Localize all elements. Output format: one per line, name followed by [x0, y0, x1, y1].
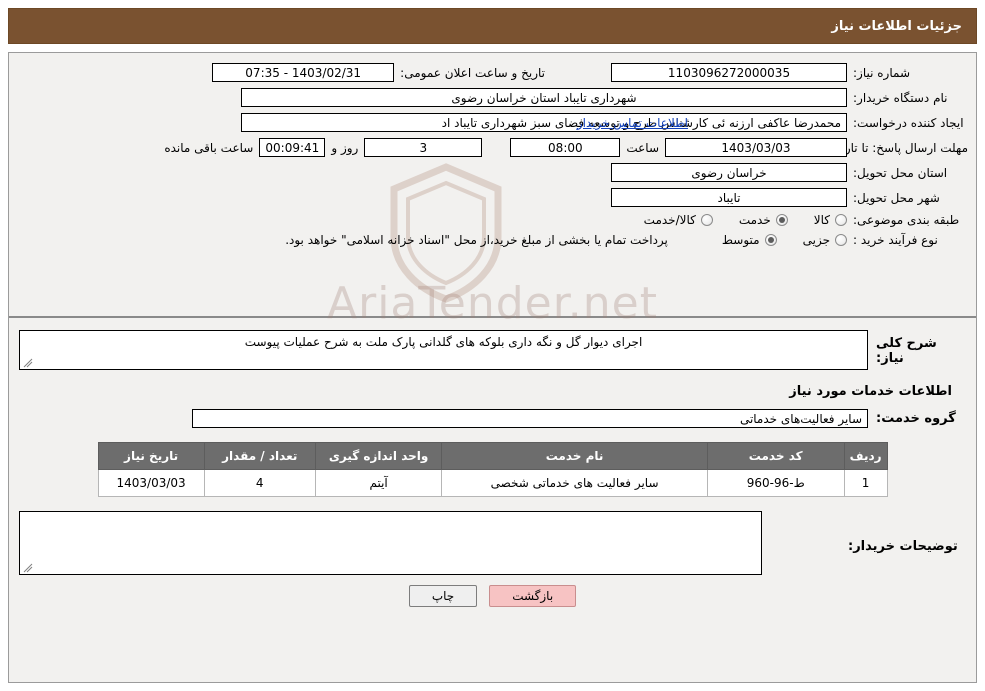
deadline-date-value: 1403/03/03: [665, 138, 847, 157]
city-label: شهر محل تحویل:: [853, 190, 940, 205]
row-province: استان محل تحویل: خراسان رضوی: [17, 163, 968, 182]
footer-buttons: بازگشت چاپ: [19, 585, 966, 607]
cell-row: 1: [843, 469, 888, 497]
purchase-type-radio-group: جزیی متوسط: [696, 233, 847, 247]
category-option-kala-khedmat[interactable]: کالا/خدمت: [644, 213, 713, 227]
table-row: 1 ط-96-960 سایر فعالیت های خدماتی شخصی آ…: [97, 469, 888, 497]
radio-icon[interactable]: [835, 214, 847, 226]
general-desc-text: اجرای دیوار گل و نگه داری بلوکه های گلدا…: [244, 335, 643, 349]
purchase-option-motevaset[interactable]: متوسط: [722, 233, 777, 247]
table-header-row: ردیف کد خدمت نام خدمت واحد اندازه گیری ت…: [97, 442, 888, 470]
services-table: ردیف کد خدمت نام خدمت واحد اندازه گیری ت…: [97, 442, 888, 497]
page-title: جزئیات اطلاعات نیاز: [831, 18, 962, 34]
category-option-khedmat[interactable]: خدمت: [739, 213, 788, 227]
requester-label: ایجاد کننده درخواست:: [853, 115, 964, 130]
details-panel: AriaTender.net شماره نیاز: 1103096272000…: [8, 52, 977, 683]
deadline-time-value: 08:00: [510, 138, 621, 157]
service-details-section: شرح کلی نیاز: اجرای دیوار گل و نگه داری …: [9, 318, 976, 613]
th-qty: تعداد / مقدار: [203, 442, 316, 470]
city-value: تایباد: [611, 188, 847, 207]
cell-unit: آیتم: [314, 469, 443, 497]
buyer-notes-text: [20, 512, 761, 520]
purchase-type-label: نوع فرآیند خرید :: [853, 233, 938, 247]
category-option-label: خدمت: [738, 213, 771, 227]
row-need-number: شماره نیاز: 1103096272000035 تاریخ و ساع…: [17, 63, 968, 82]
row-buyer-org: نام دستگاه خریدار: شهرداری تایباد استان …: [17, 88, 968, 107]
purchase-option-label: جزیی: [802, 233, 830, 247]
cell-name: سایر فعالیت های خدماتی شخصی: [441, 469, 708, 497]
page-root: جزئیات اطلاعات نیاز AriaTender.net شماره…: [0, 0, 985, 691]
buyer-notes-label: توضیحات خریدار:: [848, 539, 958, 554]
general-desc-value: اجرای دیوار گل و نگه داری بلوکه های گلدا…: [19, 330, 868, 370]
need-info-section: AriaTender.net شماره نیاز: 1103096272000…: [9, 53, 976, 329]
announce-datetime-value: 1403/02/31 - 07:35: [212, 63, 395, 82]
radio-icon[interactable]: [764, 234, 777, 246]
th-name: نام خدمت: [441, 442, 708, 470]
deadline-label: مهلت ارسال پاسخ: تا تاریخ:: [829, 140, 968, 155]
radio-icon[interactable]: [835, 234, 847, 246]
purchase-option-jozi[interactable]: جزیی: [803, 233, 847, 247]
services-title: اطلاعات خدمات مورد نیاز: [789, 384, 952, 399]
buyer-contact-link[interactable]: اطلاعات تماس خریدار: [577, 116, 688, 130]
row-general-description: شرح کلی نیاز: اجرای دیوار گل و نگه داری …: [19, 330, 966, 370]
purchase-option-label: متوسط: [721, 233, 760, 247]
requester-value: محمدرضا عاکفی ارزنه ئی کارشناس طرح و توس…: [241, 113, 847, 132]
service-group-label: گروه خدمت:: [876, 411, 956, 426]
purchase-note: پرداخت تمام یا بخشی از مبلغ خرید،از محل …: [285, 233, 668, 247]
page-header: جزئیات اطلاعات نیاز: [8, 8, 977, 44]
province-label: استان محل تحویل:: [853, 165, 948, 180]
service-group-value: سایر فعالیت‌های خدماتی: [192, 409, 868, 428]
row-category: طبقه بندی موضوعی: کالا خدمت کالا/خدمت: [17, 213, 968, 227]
announce-datetime-label: تاریخ و ساعت اعلان عمومی:: [400, 65, 545, 80]
category-option-label: کالا: [813, 213, 830, 227]
row-service-group: گروه خدمت: سایر فعالیت‌های خدماتی: [19, 409, 966, 428]
row-buyer-notes: توضیحات خریدار:: [19, 511, 966, 575]
radio-icon[interactable]: [700, 214, 713, 226]
buyer-notes-value: [19, 511, 762, 575]
remaining-days-value: 3: [364, 138, 483, 157]
days-label: روز و: [331, 140, 359, 155]
row-requester: ایجاد کننده درخواست: محمدرضا عاکفی ارزنه…: [17, 113, 968, 132]
need-number-label: شماره نیاز:: [853, 65, 910, 80]
print-button[interactable]: چاپ: [408, 585, 478, 607]
th-unit: واحد اندازه گیری: [314, 442, 443, 470]
category-radio-group: کالا خدمت کالا/خدمت: [618, 213, 847, 227]
time-label: ساعت: [626, 140, 659, 155]
back-button[interactable]: بازگشت: [489, 585, 577, 607]
need-number-value: 1103096272000035: [611, 63, 847, 82]
row-purchase-type: نوع فرآیند خرید : جزیی متوسط پرداخت تمام…: [17, 233, 968, 247]
category-option-label: کالا/خدمت: [643, 213, 696, 227]
resize-grip-icon[interactable]: [23, 358, 33, 368]
buyer-org-label: نام دستگاه خریدار:: [853, 90, 948, 105]
remaining-time-value: 00:09:41: [259, 138, 326, 157]
category-label: طبقه بندی موضوعی:: [853, 213, 960, 227]
cell-code: ط-96-960: [706, 469, 845, 497]
cell-date: 1403/03/03: [97, 469, 205, 497]
th-date: تاریخ نیاز: [97, 442, 205, 470]
row-city: شهر محل تحویل: تایباد: [17, 188, 968, 207]
radio-icon[interactable]: [775, 214, 788, 226]
buyer-org-value: شهرداری تایباد استان خراسان رضوی: [241, 88, 847, 107]
row-deadline: مهلت ارسال پاسخ: تا تاریخ: 1403/03/03 سا…: [17, 138, 968, 157]
cell-qty: 4: [203, 469, 316, 497]
resize-grip-icon[interactable]: [23, 563, 33, 573]
category-option-kala[interactable]: کالا: [814, 213, 847, 227]
province-value: خراسان رضوی: [611, 163, 847, 182]
th-code: کد خدمت: [706, 442, 845, 470]
th-row: ردیف: [843, 442, 888, 470]
remaining-time-label: ساعت باقی مانده: [164, 140, 254, 155]
general-desc-label: شرح کلی نیاز:: [876, 336, 937, 366]
